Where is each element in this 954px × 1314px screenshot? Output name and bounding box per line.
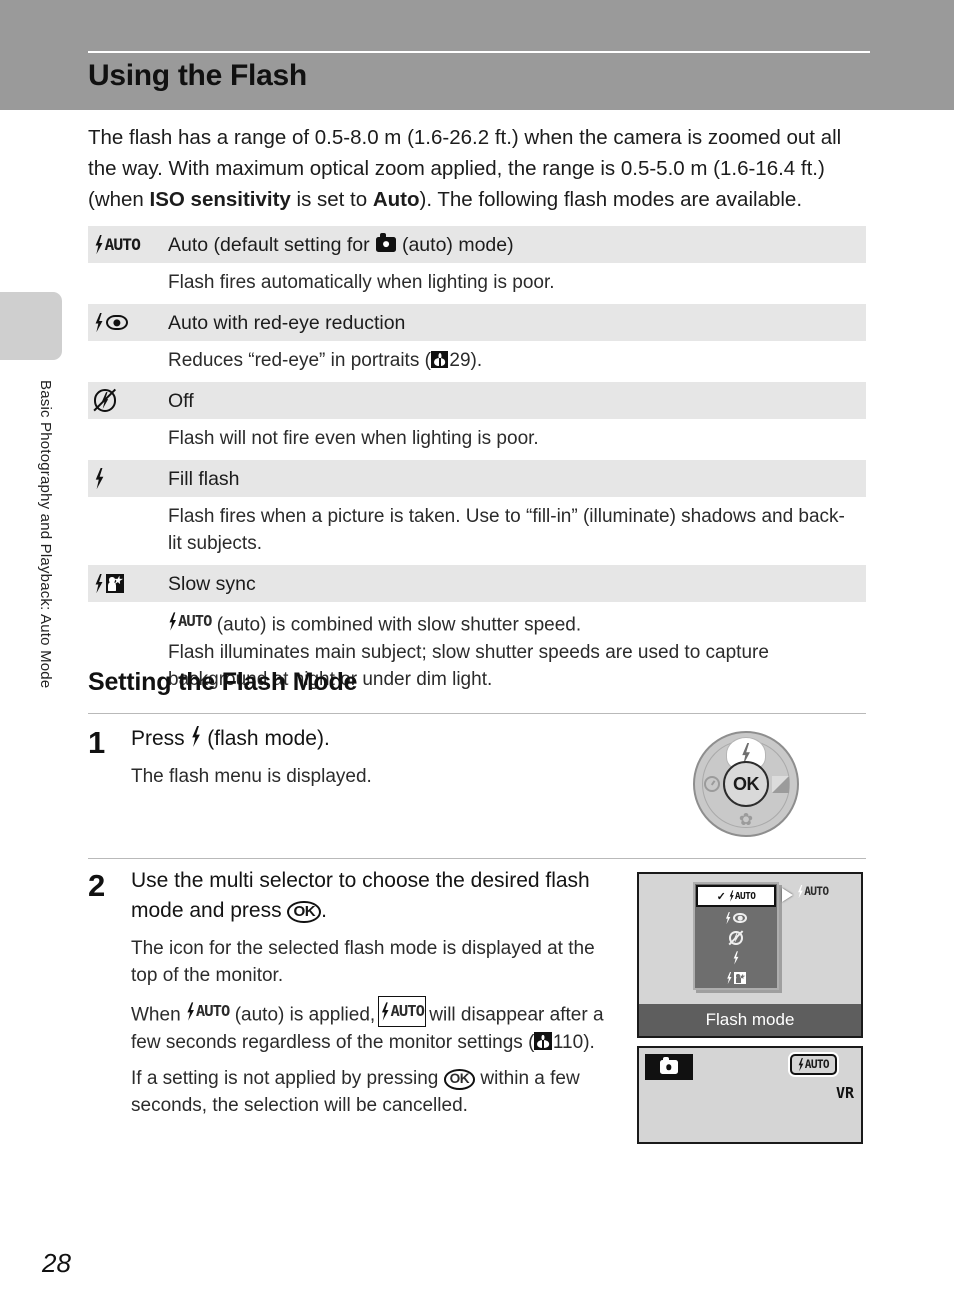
flash-mode-description: Flash fires when a picture is taken. Use…: [168, 506, 845, 554]
step-2-title-before: Use the multi selector to choose the des…: [131, 869, 590, 922]
step-divider-1: [88, 713, 866, 714]
step-1-title-before: Press: [131, 727, 191, 750]
note2-a: When: [131, 1004, 186, 1026]
mode-name-before: Auto (default setting for: [168, 233, 376, 256]
desc-after: ).: [470, 350, 483, 371]
chapter-label: Basic Photography and Playback: Auto Mod…: [37, 380, 54, 689]
slow-sync-icon: ★: [88, 573, 168, 594]
table-row: Auto with red-eye reduction: [88, 304, 866, 341]
page-reference-number: 29: [449, 350, 471, 371]
table-row: Fill flash: [88, 460, 866, 497]
vr-indicator: VR: [835, 1084, 854, 1102]
flash-mode-description: Flash fires automatically when lighting …: [168, 272, 555, 293]
page-title: Using the Flash: [88, 59, 307, 92]
page-reference-icon: [430, 350, 449, 368]
flash-mode-name: Fill flash: [168, 467, 240, 490]
flash-mode-description: Reduces “red-eye” in portraits ( 29).: [168, 347, 866, 374]
menu-item-fill-flash[interactable]: [695, 948, 777, 968]
camera-auto-mode-icon: [376, 233, 396, 252]
step-2-note-1: The icon for the selected flash mode is …: [131, 938, 595, 986]
dial-self-timer-icon[interactable]: [701, 773, 723, 795]
menu-item-flash-auto[interactable]: ✓ AUTO: [696, 885, 776, 907]
check-icon: ✓: [716, 890, 726, 903]
menu-item-label: AUTO: [734, 890, 756, 902]
table-row: Off: [88, 382, 866, 419]
page-reference-number: 110: [552, 1031, 584, 1053]
step-2-note-2: When AUTO (auto) is applied, AUTO will d…: [131, 996, 606, 1056]
page-header-band: Using the Flash: [0, 0, 954, 110]
desc-before: Reduces “red-eye” in portraits (: [168, 350, 431, 371]
note2-b: (auto) is applied,: [229, 1004, 381, 1026]
intro-bold-auto: Auto: [372, 188, 420, 211]
menu-item-flash-off[interactable]: [695, 928, 777, 948]
step-2-title: Use the multi selector to choose the des…: [131, 866, 606, 926]
table-row-description: Reduces “red-eye” in portraits ( 29).: [88, 341, 866, 382]
camera-auto-mode-icon: [645, 1054, 693, 1080]
flash-mode-description: Flash will not fire even when lighting i…: [168, 428, 539, 449]
step-1-title: Press (flash mode).: [131, 724, 611, 754]
step-2-note-3: If a setting is not applied by pressing …: [131, 1065, 606, 1119]
intro-text-part3: ). The following flash modes are availab…: [419, 188, 803, 211]
monitor-flash-menu: ✓ AUTO ★ AUTO Flash mode: [637, 872, 863, 1038]
chapter-tab: [0, 292, 62, 360]
step-number-1: 1: [88, 725, 106, 760]
step-1-note: The flash menu is displayed.: [131, 766, 372, 787]
ok-button-icon: OK: [443, 1068, 476, 1090]
flash-mode-name: Auto with red-eye reduction: [168, 311, 406, 334]
intro-bold-iso: ISO sensitivity: [149, 188, 291, 211]
flash-mode-name: Auto (default setting for (auto) mode): [168, 231, 514, 259]
flash-auto-status-badge: AUTO: [789, 1054, 837, 1076]
note3-a: If a setting is not applied by pressing: [131, 1067, 444, 1089]
slow-sync-desc-line1: (auto) is combined with slow shutter spe…: [211, 614, 582, 636]
step-2-title-after: .: [321, 899, 327, 922]
monitor-live-view: AUTO VR: [637, 1046, 863, 1144]
dial-macro-flower-icon[interactable]: ✿: [735, 809, 757, 831]
menu-item-slow-sync[interactable]: ★: [695, 968, 777, 988]
flash-mode-name: Slow sync: [168, 572, 256, 595]
section-heading: Setting the Flash Mode: [88, 668, 358, 696]
step-2-body: Use the multi selector to choose the des…: [131, 866, 606, 1119]
table-row: AUTO Auto (default setting for (auto) mo…: [88, 226, 866, 263]
dial-ok-button[interactable]: OK: [723, 761, 769, 807]
step-divider-2: [88, 858, 866, 859]
flash-modes-table: AUTO Auto (default setting for (auto) mo…: [88, 226, 866, 701]
intro-paragraph: The flash has a range of 0.5-8.0 m (1.6-…: [88, 122, 872, 215]
step-1-body: Press (flash mode). The flash menu is di…: [131, 724, 611, 790]
flash-off-icon: [88, 388, 168, 413]
flash-menu-popup: ✓ AUTO ★: [693, 882, 779, 990]
mode-name-after: (auto) mode): [396, 233, 514, 256]
callout-arrow-icon: [782, 888, 793, 902]
page-reference-icon: [534, 1032, 552, 1050]
header-rule: [88, 51, 870, 53]
ok-button-icon: OK: [287, 901, 322, 924]
menu-item-flash-redeye[interactable]: [695, 908, 777, 928]
monitor-caption: Flash mode: [639, 1004, 861, 1036]
flash-redeye-icon: [88, 312, 168, 333]
fill-flash-icon: [88, 467, 168, 490]
table-row-description: Flash fires automatically when lighting …: [88, 263, 866, 304]
dial-exposure-compensation-icon[interactable]: [769, 773, 791, 795]
callout-flash-auto-icon: AUTO: [797, 885, 829, 901]
step-number-2: 2: [88, 868, 106, 903]
note2-d: ).: [583, 1031, 595, 1053]
multi-selector-dial: ✿ OK: [693, 731, 799, 837]
step-1-title-after: (flash mode).: [201, 727, 330, 750]
flash-mode-name: Off: [168, 389, 194, 412]
flash-auto-icon: AUTO: [88, 234, 168, 255]
table-row-description: Flash will not fire even when lighting i…: [88, 419, 866, 460]
table-row: ★ Slow sync: [88, 565, 866, 602]
page-number: 28: [42, 1248, 71, 1278]
table-row-description: Flash fires when a picture is taken. Use…: [88, 497, 866, 565]
intro-text-part2: is set to: [290, 188, 373, 211]
